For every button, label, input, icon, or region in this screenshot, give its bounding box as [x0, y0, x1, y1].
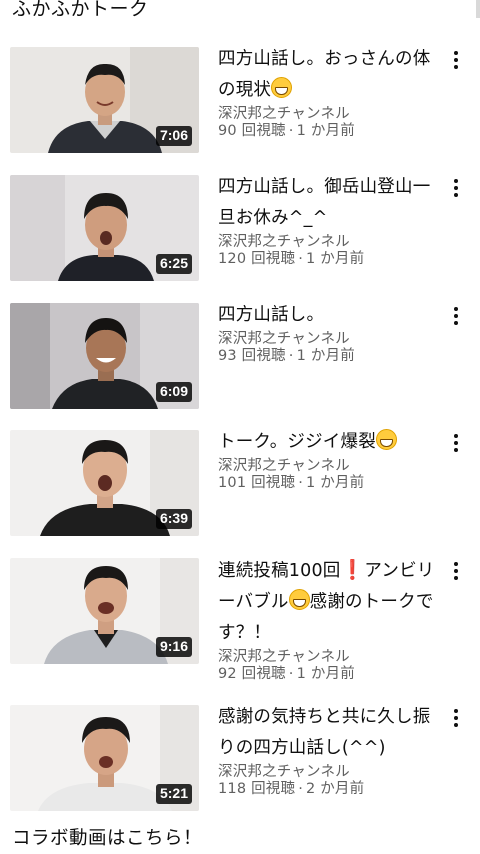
- separator: ·: [298, 781, 303, 797]
- video-duration: 5:21: [155, 784, 192, 804]
- section-title-collab: コラボ動画はこちら！: [12, 828, 203, 849]
- video-stats: 93 回視聴 · 1 か月前: [218, 348, 443, 365]
- video-duration: 7:06: [155, 126, 192, 146]
- grinning-face-icon: [375, 429, 397, 450]
- channel-name: 深沢邦之チャンネル: [218, 106, 350, 122]
- separator: ·: [298, 475, 303, 491]
- more-options-icon[interactable]: [448, 177, 464, 199]
- separator: ·: [298, 251, 303, 267]
- view-count: 101 回視聴: [218, 475, 296, 491]
- video-duration: 6:09: [155, 382, 192, 402]
- video-meta: 四方山話し。 深沢邦之チャンネル 93 回視聴 · 1 か月前: [218, 300, 443, 365]
- video-stats: 90 回視聴 · 1 か月前: [218, 123, 443, 140]
- video-duration: 6:39: [155, 509, 192, 529]
- more-options-icon[interactable]: [448, 49, 464, 71]
- more-options-icon[interactable]: [448, 305, 464, 327]
- upload-age: 2 か月前: [306, 781, 365, 797]
- video-duration: 6:25: [155, 254, 192, 274]
- channel-name: 深沢邦之チャンネル: [218, 764, 350, 780]
- upload-age: 1 か月前: [296, 123, 355, 139]
- video-item[interactable]: 9:16 連続投稿100回❗アンビリーバブル 感謝のトークです？！ 深沢邦之チャン…: [0, 556, 480, 682]
- video-meta: 四方山話し。おっさんの体の現状 深沢邦之チャンネル 90 回視聴 · 1 か月前: [218, 44, 443, 140]
- video-thumbnail[interactable]: 9:16: [10, 558, 199, 664]
- view-count: 120 回視聴: [218, 251, 296, 267]
- more-options-icon[interactable]: [448, 432, 464, 454]
- view-count: 92 回視聴: [218, 666, 286, 682]
- video-item[interactable]: 6:25 四方山話し。御岳山登山一旦お休み^_^ 深沢邦之チャンネル 120 回…: [0, 173, 480, 281]
- grinning-face-icon: [271, 77, 293, 98]
- more-options-icon[interactable]: [448, 707, 464, 729]
- section-title: ふかふかトーク: [12, 0, 149, 20]
- channel-name: 深沢邦之チャンネル: [218, 234, 350, 250]
- video-meta: トーク。ジジイ爆裂 深沢邦之チャンネル 101 回視聴 · 1 か月前: [218, 427, 443, 492]
- video-title[interactable]: トーク。ジジイ爆裂: [218, 427, 443, 458]
- red-exclamation-icon: ❗: [340, 559, 365, 581]
- video-meta: 感謝の気持ちと共に久し振りの四方山話し(^^) 深沢邦之チャンネル 118 回視…: [218, 702, 443, 798]
- video-item[interactable]: 6:39 トーク。ジジイ爆裂 深沢邦之チャンネル 101 回視聴 · 1 か月前: [0, 428, 480, 536]
- grinning-face-icon: [288, 589, 310, 610]
- upload-age: 1 か月前: [306, 251, 365, 267]
- video-duration: 9:16: [155, 637, 192, 657]
- video-title-text: 連続投稿100回: [218, 561, 341, 581]
- video-title[interactable]: 感謝の気持ちと共に久し振りの四方山話し(^^): [218, 702, 443, 764]
- video-meta: 四方山話し。御岳山登山一旦お休み^_^ 深沢邦之チャンネル 120 回視聴 · 1 …: [218, 172, 443, 268]
- separator: ·: [288, 123, 294, 139]
- video-thumbnail[interactable]: 7:06: [10, 47, 199, 153]
- video-item[interactable]: 7:06 四方山話し。おっさんの体の現状 深沢邦之チャンネル 90 回視聴 · 1 …: [0, 45, 480, 153]
- video-stats: 92 回視聴 · 1 か月前: [218, 666, 443, 683]
- video-thumbnail[interactable]: 6:25: [10, 175, 199, 281]
- view-count: 118 回視聴: [218, 781, 296, 797]
- view-count: 93 回視聴: [218, 348, 286, 364]
- more-options-icon[interactable]: [448, 560, 464, 582]
- video-stats: 120 回視聴 · 1 か月前: [218, 251, 443, 268]
- scroll-edge: [476, 0, 480, 18]
- video-thumbnail[interactable]: 6:09: [10, 303, 199, 409]
- video-stats: 118 回視聴 · 2 か月前: [218, 781, 443, 798]
- upload-age: 1 か月前: [306, 475, 365, 491]
- video-thumbnail[interactable]: 6:39: [10, 430, 199, 536]
- channel-name: 深沢邦之チャンネル: [218, 649, 350, 665]
- video-item[interactable]: 6:09 四方山話し。 深沢邦之チャンネル 93 回視聴 · 1 か月前: [0, 301, 480, 409]
- channel-name: 深沢邦之チャンネル: [218, 331, 350, 347]
- video-title[interactable]: 四方山話し。おっさんの体の現状: [218, 44, 443, 106]
- video-title[interactable]: 四方山話し。: [218, 300, 443, 331]
- video-item[interactable]: 5:21 感謝の気持ちと共に久し振りの四方山話し(^^) 深沢邦之チャンネル 1…: [0, 703, 480, 811]
- separator: ·: [288, 348, 294, 364]
- video-meta: 連続投稿100回❗アンビリーバブル 感謝のトークです？！ 深沢邦之チャンネル 92…: [218, 555, 443, 683]
- upload-age: 1 か月前: [296, 348, 355, 364]
- video-title[interactable]: 四方山話し。御岳山登山一旦お休み^_^: [218, 172, 443, 234]
- video-title-text: トーク。ジジイ爆裂: [218, 432, 376, 452]
- channel-name: 深沢邦之チャンネル: [218, 458, 350, 474]
- video-stats: 101 回視聴 · 1 か月前: [218, 475, 443, 492]
- upload-age: 1 か月前: [296, 666, 355, 682]
- video-title-text: 四方山話し。おっさんの体の現状: [218, 49, 431, 100]
- view-count: 90 回視聴: [218, 123, 286, 139]
- video-thumbnail[interactable]: 5:21: [10, 705, 199, 811]
- separator: ·: [288, 666, 294, 682]
- video-title[interactable]: 連続投稿100回❗アンビリーバブル 感謝のトークです？！: [218, 555, 443, 649]
